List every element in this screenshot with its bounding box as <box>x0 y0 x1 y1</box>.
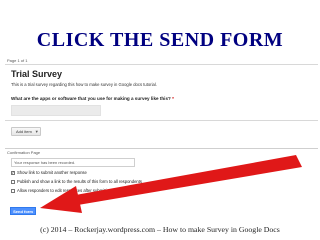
send-form-button[interactable]: Send form <box>10 207 36 215</box>
checkbox-icon[interactable] <box>11 188 15 193</box>
confirmation-message-input[interactable]: Your response has been recorded. <box>11 158 135 167</box>
page-indicator: Page 1 of 1 <box>7 58 28 63</box>
option-label: Publish and show a link to the results o… <box>17 179 142 184</box>
slide-title: CLICK THE SEND FORM <box>36 29 284 51</box>
form-title[interactable]: Trial Survey <box>11 69 62 79</box>
answer-input[interactable] <box>11 105 101 116</box>
chevron-down-icon: ▼ <box>34 129 39 134</box>
option-label: Allow responders to edit responses after… <box>17 188 112 193</box>
divider <box>5 148 318 149</box>
option-publish-results[interactable]: Publish and show a link to the results o… <box>11 179 142 184</box>
checkbox-icon[interactable] <box>11 179 15 184</box>
option-allow-edit[interactable]: Allow responders to edit responses after… <box>11 188 112 193</box>
question-text: What are the apps or software that you u… <box>11 96 171 101</box>
checkbox-checked-icon[interactable]: ✓ <box>11 170 15 175</box>
option-label: Show link to submit another response <box>17 170 87 175</box>
add-item-button[interactable]: Add item ▼ <box>11 127 41 136</box>
question-label[interactable]: What are the apps or software that you u… <box>11 96 174 101</box>
add-item-label: Add item <box>16 129 32 134</box>
form-editor-panel: Page 1 of 1 Trial Survey This is a trial… <box>5 57 318 217</box>
required-mark: * <box>172 96 174 101</box>
option-submit-another[interactable]: ✓ Show link to submit another response <box>11 170 87 175</box>
divider <box>5 64 318 65</box>
slide-footer: (c) 2014 – Rockerjay.wordpress.com – How… <box>40 225 280 234</box>
confirmation-page-label: Confirmation Page <box>7 150 41 155</box>
divider <box>5 120 318 121</box>
form-description[interactable]: This is a trial survey regarding this ho… <box>11 82 157 87</box>
